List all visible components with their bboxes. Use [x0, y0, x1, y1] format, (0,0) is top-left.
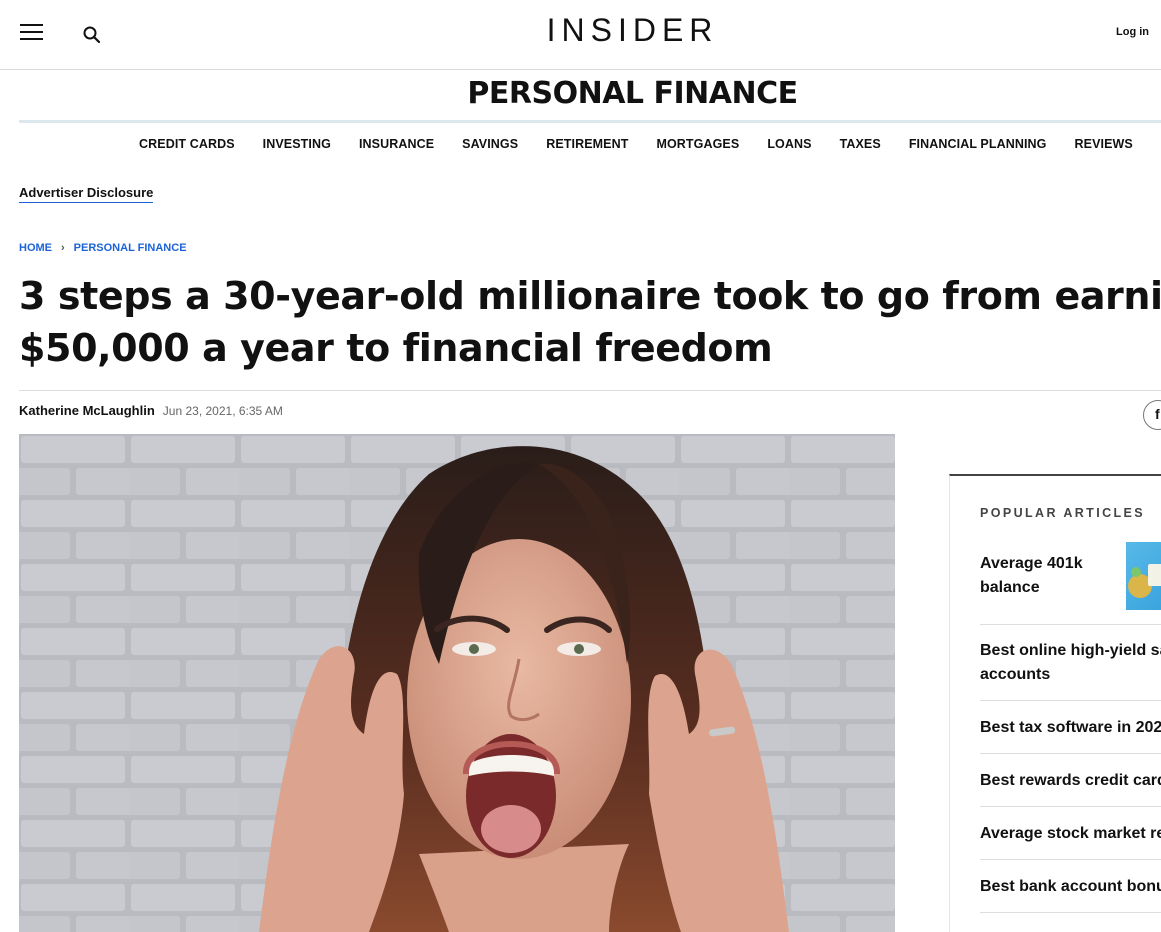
- nav-item-insurance[interactable]: INSURANCE: [359, 137, 434, 151]
- sidebar-divider: [980, 806, 1161, 807]
- login-link[interactable]: Log in: [1116, 26, 1149, 38]
- popular-article-link[interactable]: Best bank account bonu: [980, 875, 1161, 899]
- publish-date: Jun 23, 2021, 6:35 AM: [162, 404, 283, 418]
- popular-article-title: accounts: [980, 666, 1051, 683]
- advertiser-disclosure-link[interactable]: Advertiser Disclosure: [19, 185, 154, 203]
- sidebar-divider: [980, 753, 1161, 754]
- popular-article-link[interactable]: Average stock market re: [980, 822, 1161, 846]
- breadcrumb-personal-finance[interactable]: PERSONAL FINANCE: [74, 242, 187, 254]
- popular-article-link[interactable]: Best rewards credit card: [980, 769, 1161, 793]
- section-title[interactable]: PERSONAL FINANCE: [0, 76, 1161, 111]
- byline-divider: [19, 390, 1161, 391]
- article-headline: 3 steps a 30-year-old millionaire took t…: [19, 270, 1161, 374]
- nav-item-credit-cards[interactable]: CREDIT CARDS: [139, 137, 235, 151]
- breadcrumb: HOME › PERSONAL FINANCE: [19, 242, 187, 254]
- sidebar-divider: [980, 859, 1161, 860]
- author-name[interactable]: Katherine McLaughlin: [19, 403, 155, 418]
- site-logo[interactable]: INSIDER: [0, 12, 1161, 49]
- breadcrumb-home[interactable]: HOME: [19, 242, 52, 254]
- popular-article-thumbnail[interactable]: [1126, 542, 1161, 610]
- category-nav: CREDIT CARDS INVESTING INSURANCE SAVINGS…: [139, 137, 1133, 151]
- popular-articles-heading: POPULAR ARTICLES: [980, 506, 1146, 520]
- facebook-icon: f: [1155, 406, 1160, 422]
- facebook-share-button[interactable]: f: [1143, 400, 1161, 430]
- sidebar-divider: [980, 700, 1161, 701]
- popular-article-link[interactable]: Best tax software in 202: [980, 716, 1161, 740]
- top-bar: INSIDER Log in: [0, 0, 1161, 70]
- chevron-right-icon: ›: [61, 242, 65, 254]
- sidebar-divider: [980, 912, 1161, 913]
- nav-item-investing[interactable]: INVESTING: [263, 137, 331, 151]
- nav-item-loans[interactable]: LOANS: [767, 137, 811, 151]
- nav-item-financial-planning[interactable]: FINANCIAL PLANNING: [909, 137, 1047, 151]
- popular-articles-sidebar: POPULAR ARTICLES Average 401k balance Be…: [949, 474, 1161, 932]
- nav-item-taxes[interactable]: TAXES: [840, 137, 881, 151]
- popular-article-title: Best rewards credit card: [980, 772, 1161, 789]
- byline: Katherine McLaughlin Jun 23, 2021, 6:35 …: [19, 403, 283, 418]
- hero-image: [19, 434, 895, 932]
- nav-item-retirement[interactable]: RETIREMENT: [546, 137, 628, 151]
- headline-line-1: 3 steps a 30-year-old millionaire took t…: [19, 274, 1161, 318]
- popular-article-title: Average stock market re: [980, 825, 1161, 842]
- section-divider: [19, 120, 1161, 123]
- popular-article-link[interactable]: Best online high-yield sa accounts: [980, 639, 1161, 687]
- popular-article-title: Best tax software in 202: [980, 719, 1161, 736]
- nav-item-savings[interactable]: SAVINGS: [462, 137, 518, 151]
- popular-article-title: Best online high-yield sa: [980, 642, 1161, 659]
- headline-line-2: $50,000 a year to financial freedom: [19, 326, 773, 370]
- popular-article-title: Best bank account bonu: [980, 878, 1161, 895]
- nav-item-reviews[interactable]: REVIEWS: [1075, 137, 1133, 151]
- sidebar-divider: [980, 624, 1161, 625]
- nav-item-mortgages[interactable]: MORTGAGES: [656, 137, 739, 151]
